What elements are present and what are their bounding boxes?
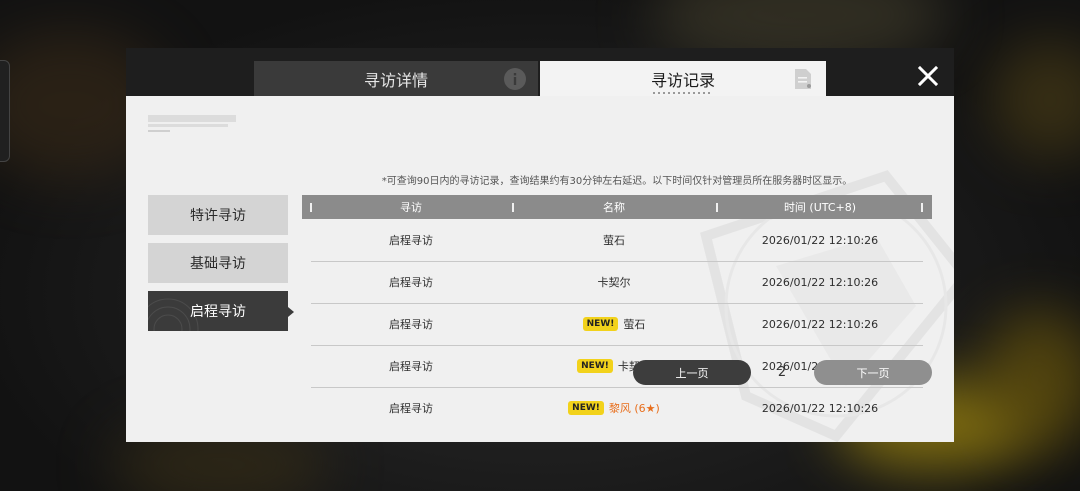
sidebar-item-departure-headhunting[interactable]: 启程寻访	[148, 291, 288, 331]
close-icon[interactable]	[916, 64, 940, 88]
record-name-cell: NEW! 黎风 (6★)	[511, 387, 717, 429]
record-type: 启程寻访	[389, 360, 433, 373]
record-time: 2026/01/22 12:10:26	[761, 401, 879, 415]
tab-active-indicator	[653, 92, 713, 94]
column-header-time: 时间 (UTC+8)	[783, 201, 857, 214]
table-header: 寻访 名称 时间 (UTC+8)	[302, 195, 932, 219]
tab-gacha-details[interactable]: 寻访详情	[254, 61, 538, 96]
column-header-type: 寻访	[400, 201, 422, 214]
previous-page-button[interactable]: 上一页	[633, 360, 751, 385]
record-time: 2026/01/22 12:10:26	[761, 233, 879, 247]
operator-name: 卡契尔	[597, 276, 631, 289]
record-type: 启程寻访	[389, 234, 433, 247]
decorative-line	[148, 130, 170, 132]
record-type: 启程寻访	[389, 318, 433, 331]
record-name-cell: NEW! 萤石	[511, 303, 717, 345]
dialog-header: 寻访详情 寻访记录	[126, 48, 954, 96]
next-page-button[interactable]: 下一页	[814, 360, 932, 385]
column-separator	[921, 203, 923, 212]
current-page-number: 2	[777, 365, 787, 380]
sidebar-item-label: 特许寻访	[190, 208, 246, 224]
tab-records-label: 寻访记录	[650, 70, 715, 90]
tab-gacha-records[interactable]: 寻访记录	[540, 61, 826, 96]
operator-name-six-star: 黎风 (6★)	[608, 402, 660, 415]
sidebar-item-label: 启程寻访	[190, 304, 246, 320]
record-type: 启程寻访	[389, 402, 433, 415]
decorative-line	[148, 115, 236, 122]
sidebar-item-label: 基础寻访	[190, 256, 246, 272]
new-badge: NEW!	[577, 359, 613, 373]
new-badge: NEW!	[582, 317, 619, 331]
table-row: 启程寻访 卡契尔 2026/01/22 12:10:26	[311, 261, 923, 304]
table-row: 启程寻访 NEW! 黎风 (6★) 2026/01/22 12:10:26	[311, 387, 923, 429]
column-header-name: 名称	[603, 201, 625, 214]
query-notice: *可查询90日内的寻访记录，查询结果约有30分钟左右延迟。以下时间仅针对管理员所…	[381, 176, 853, 187]
document-icon	[795, 69, 811, 89]
record-type: 启程寻访	[389, 276, 433, 289]
decorative-line	[148, 124, 228, 127]
active-indicator-arrow	[288, 307, 294, 317]
record-name-cell: 萤石	[511, 219, 717, 261]
tab-details-label: 寻访详情	[363, 70, 428, 90]
table-row: 启程寻访 NEW! 萤石 2026/01/22 12:10:26	[311, 303, 923, 346]
record-time: 2026/01/22 12:10:26	[761, 275, 879, 289]
record-name-cell: 卡契尔	[511, 261, 717, 303]
dialog-body: 特许寻访 基础寻访 启程寻访 *可查询90日内的寻访记录，查询结果约有30分钟左…	[126, 96, 954, 442]
sidebar-item-special-headhunting[interactable]: 特许寻访	[148, 195, 288, 235]
table-row: 启程寻访 萤石 2026/01/22 12:10:26	[311, 219, 923, 262]
side-drawer-handle	[0, 60, 10, 162]
operator-name: 萤石	[603, 234, 625, 247]
operator-name: 萤石	[623, 318, 646, 331]
sidebar-item-basic-headhunting[interactable]: 基础寻访	[148, 243, 288, 283]
record-time: 2026/01/22 12:10:26	[761, 317, 879, 331]
info-icon	[504, 68, 526, 90]
new-badge: NEW!	[568, 401, 604, 415]
